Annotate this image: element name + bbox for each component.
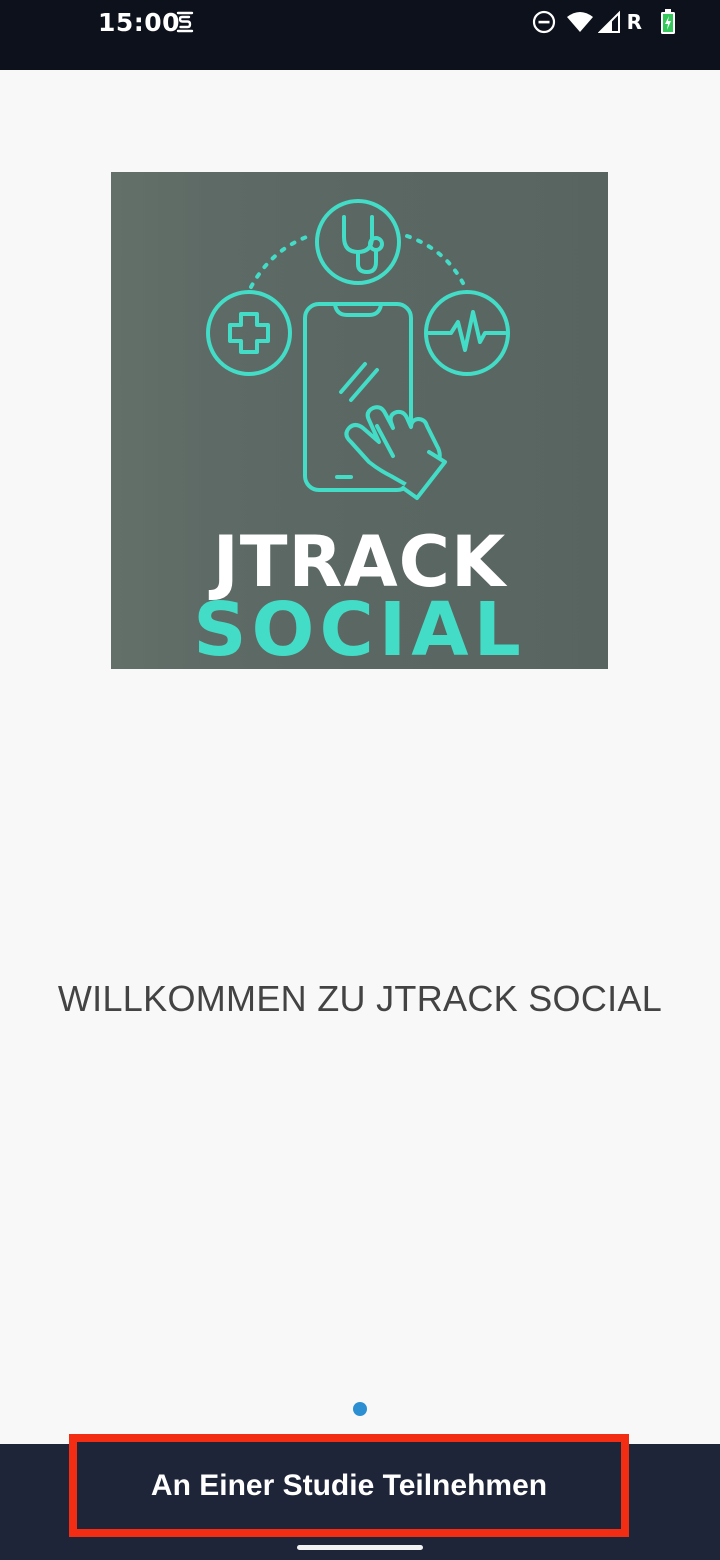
s-notification-icon [176,11,194,33]
do-not-disturb-icon [532,10,555,34]
welcome-title: WILLKOMMEN ZU JTRACK SOCIAL [57,978,663,1019]
status-time: 15:00 [98,8,181,37]
gesture-nav-handle[interactable] [297,1545,423,1550]
app-logo: JTRACK SOCIAL [111,172,608,669]
tapping-hand-icon [344,405,447,500]
roaming-indicator: R [626,10,642,34]
join-study-button[interactable]: An Einer Studie Teilnehmen [69,1434,629,1537]
logo-wordmark-social: SOCIAL [193,587,526,669]
wifi-icon [566,12,593,32]
status-icons: R [532,8,676,36]
medical-cross-icon [206,290,292,376]
page-indicator-dot [353,1402,367,1416]
battery-charging-icon [661,9,675,34]
heartbeat-icon [424,290,510,376]
cell-signal-icon [597,10,620,33]
status-bar: 15:00 R [0,0,720,70]
stethoscope-icon [315,199,401,285]
